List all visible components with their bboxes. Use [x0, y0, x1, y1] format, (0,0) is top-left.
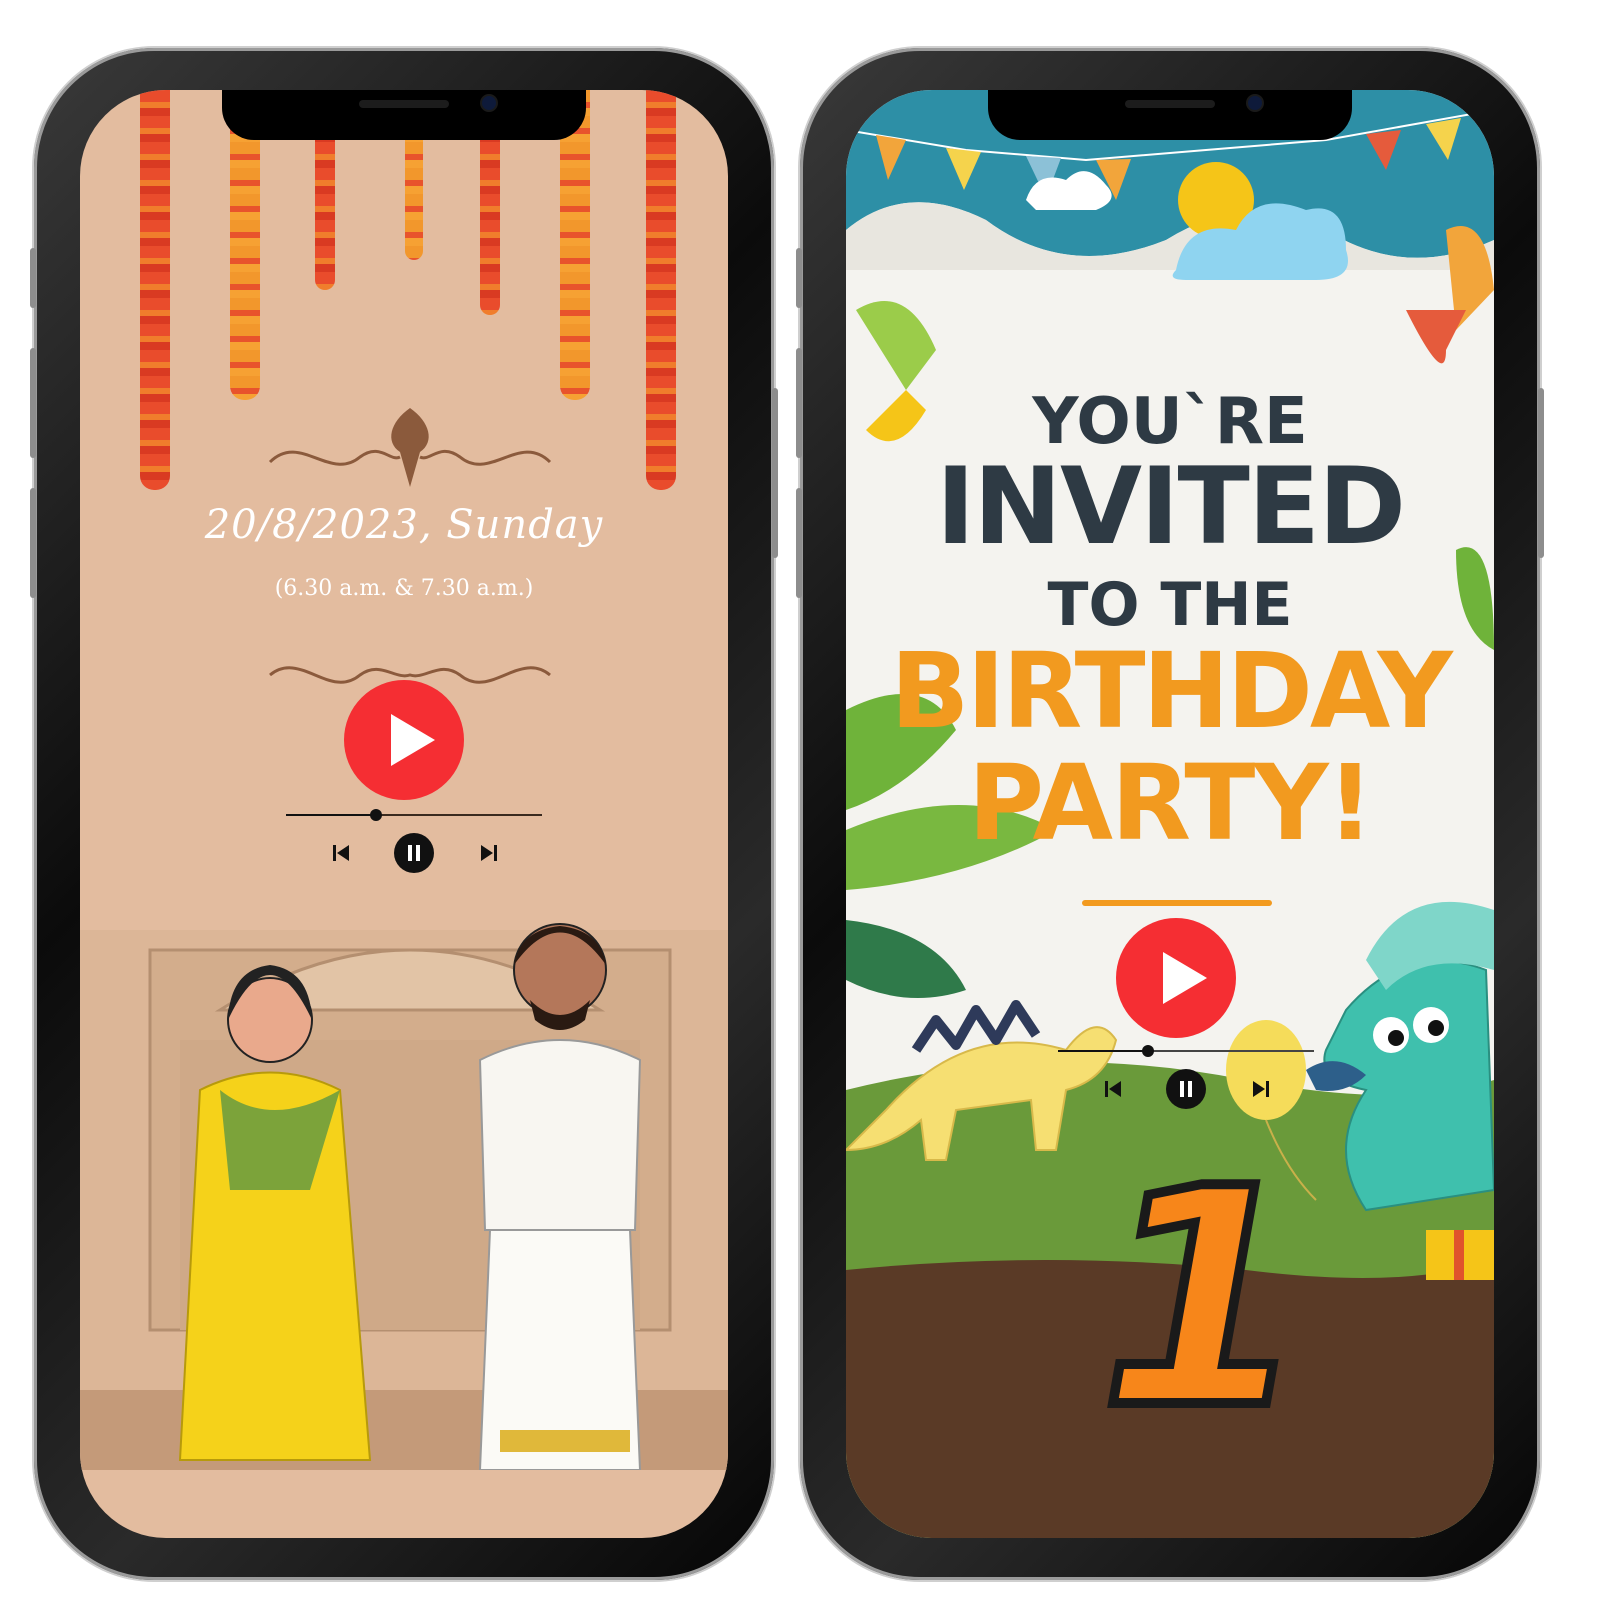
phone-volume-down	[796, 488, 802, 598]
previous-track-icon[interactable]	[330, 842, 352, 864]
marigold-garland	[140, 90, 170, 490]
next-track-icon[interactable]	[478, 842, 500, 864]
phone-side-button	[30, 248, 36, 308]
marigold-garland	[646, 90, 676, 490]
progress-fill	[1058, 1050, 1148, 1052]
headline-underline	[1082, 900, 1272, 906]
play-button[interactable]	[344, 680, 464, 800]
progress-knob[interactable]	[370, 809, 382, 821]
headline-party: PARTY!	[967, 742, 1374, 864]
progress-bar[interactable]	[286, 809, 542, 821]
speaker-grille	[1125, 100, 1215, 108]
pause-icon[interactable]	[1166, 1069, 1206, 1109]
headline-birthday: BIRTHDAY	[890, 630, 1453, 752]
progress-bar[interactable]	[1058, 1045, 1314, 1057]
phone-left: 20/8/2023, Sunday (6.30 a.m. & 7.30 a.m.…	[30, 48, 778, 1580]
next-track-icon[interactable]	[1250, 1078, 1272, 1100]
ornament-divider-top	[268, 408, 552, 487]
event-time: (6.30 a.m. & 7.30 a.m.)	[274, 576, 534, 601]
phone-notch	[988, 90, 1352, 140]
birthday-invite-screen: YOU`RE INVITED TO THE BIRTHDAY PARTY! 1	[846, 90, 1494, 1538]
previous-track-icon[interactable]	[1102, 1078, 1124, 1100]
progress-knob[interactable]	[1142, 1045, 1154, 1057]
wedding-invite-screen: 20/8/2023, Sunday (6.30 a.m. & 7.30 a.m.…	[80, 90, 728, 1538]
groom-head	[513, 923, 607, 1017]
pause-icon[interactable]	[394, 833, 434, 873]
phone-power-button	[772, 388, 778, 558]
speaker-grille	[359, 100, 449, 108]
phone-notch	[222, 90, 586, 140]
phone-power-button	[1538, 388, 1544, 558]
headline-invited: INVITED	[935, 445, 1406, 568]
front-camera	[1248, 96, 1262, 110]
phone-right: YOU`RE INVITED TO THE BIRTHDAY PARTY! 1	[796, 48, 1544, 1580]
phone-volume-down	[30, 488, 36, 598]
play-button[interactable]	[1116, 918, 1236, 1038]
phone-volume-up	[796, 348, 802, 458]
phone-side-button	[796, 248, 802, 308]
front-camera	[482, 96, 496, 110]
event-date: 20/8/2023, Sunday	[204, 502, 604, 548]
phone-volume-up	[30, 348, 36, 458]
progress-fill	[286, 814, 376, 816]
palace-couple-illustration	[80, 923, 728, 1470]
